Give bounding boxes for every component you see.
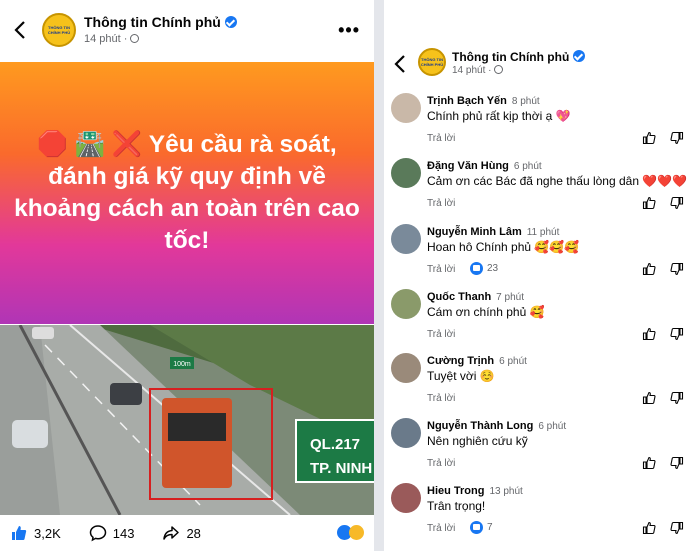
comment-dislike-icon[interactable] (670, 456, 684, 470)
comment-author[interactable]: Quốc Thanh 7 phút (427, 291, 524, 303)
post-time: 14 phút · (452, 65, 504, 76)
reply-button[interactable]: Trả lời (427, 523, 455, 534)
road-sign-line2: TP. NINH (310, 460, 372, 477)
comment-time: 6 phút (513, 161, 542, 172)
comment-item: Nguyễn Thành Long 6 phút Nên nghiên cứu kỹ… (384, 418, 700, 480)
comment-dislike-icon[interactable] (670, 327, 684, 341)
highway-photo[interactable]: 100m QL.217 TP. NINH (0, 325, 374, 515)
comment-item: Quốc Thanh 7 phút Cám ơn chính phủ 🥰 Trả lờ… (384, 289, 700, 351)
comment-like-icon[interactable] (642, 196, 656, 210)
comment-time: 6 phút (538, 421, 567, 432)
comment-text: Cảm ơn các Bác đã nghe thấu lòng dân ❤️❤… (427, 174, 688, 188)
right-comments-panel: THÔNG TIN CHÍNH PHỦ Thông tin Chính phủ … (384, 0, 700, 551)
comment-dislike-icon[interactable] (670, 196, 684, 210)
avatar[interactable] (391, 93, 421, 123)
comment-text: Tuyệt vời ☺️ (427, 369, 495, 383)
share-count: 28 (186, 525, 201, 541)
comment-button[interactable]: 143 (89, 524, 135, 542)
more-options-icon[interactable]: ••• (338, 20, 360, 41)
share-button[interactable]: 28 (162, 524, 201, 542)
comment-author[interactable]: Nguyễn Thành Long 6 phút (427, 420, 566, 432)
comment-like-count: 23 (470, 262, 498, 275)
comment-like-icon[interactable] (642, 327, 656, 341)
back-arrow-icon[interactable] (392, 53, 410, 75)
haha-reaction-icon (349, 525, 364, 540)
comment-time: 8 phút (511, 96, 540, 107)
reply-button[interactable]: Trả lời (427, 133, 455, 144)
post-header: THÔNG TIN CHÍNH PHỦ Thông tin Chính phủ … (0, 0, 374, 62)
reply-button[interactable]: Trả lời (427, 264, 455, 275)
page-name[interactable]: Thông tin Chính phủ (452, 50, 586, 64)
comment-author[interactable]: Hieu Trong 13 phút (427, 485, 523, 497)
avatar[interactable] (391, 158, 421, 188)
page-logo[interactable]: THÔNG TIN CHÍNH PHỦ (42, 13, 76, 47)
comment-like-icon[interactable] (642, 262, 656, 276)
comments-header: THÔNG TIN CHÍNH PHỦ Thông tin Chính phủ … (384, 0, 700, 86)
comment-like-count: 7 (470, 521, 493, 534)
comment-like-icon[interactable] (642, 131, 656, 145)
globe-icon (494, 65, 504, 74)
avatar[interactable] (391, 289, 421, 319)
comment-text: Trân trọng! (427, 499, 486, 513)
comment-dislike-icon[interactable] (670, 131, 684, 145)
like-button[interactable]: 3,2K (10, 524, 61, 542)
globe-icon (130, 34, 140, 43)
avatar[interactable] (391, 483, 421, 513)
comment-author[interactable]: Đặng Văn Hùng 6 phút (427, 160, 542, 172)
comment-dislike-icon[interactable] (670, 391, 684, 405)
like-icon (12, 526, 27, 540)
comment-like-icon[interactable] (642, 456, 656, 470)
comment-count: 143 (112, 525, 135, 541)
comment-text: Cám ơn chính phủ 🥰 (427, 305, 545, 319)
comment-author[interactable]: Nguyễn Minh Lâm 11 phút (427, 226, 559, 238)
like-badge-icon (470, 521, 483, 534)
avatar[interactable] (391, 353, 421, 383)
reply-button[interactable]: Trả lời (427, 198, 455, 209)
comment-item: Trịnh Bạch Yến 8 phút Chính phủ rất kịp th… (384, 93, 700, 155)
back-arrow-icon[interactable] (12, 19, 30, 41)
comment-item: Hieu Trong 13 phút Trân trọng! Trả lời 7 (384, 483, 700, 545)
logo-text-bottom: CHÍNH PHỦ (420, 62, 444, 67)
reaction-bar: 3,2K 143 28 (0, 515, 374, 551)
comment-like-icon[interactable] (642, 521, 656, 535)
reply-button[interactable]: Trả lời (427, 329, 455, 340)
reply-button[interactable]: Trả lời (427, 458, 455, 469)
km-sign-text: 100m (173, 361, 191, 368)
avatar[interactable] (391, 224, 421, 254)
comment-time: 7 phút (496, 292, 524, 303)
comment-time: 6 phút (499, 356, 527, 367)
avatar[interactable] (391, 418, 421, 448)
comment-time: 11 phút (526, 227, 560, 238)
comment-dislike-icon[interactable] (670, 521, 684, 535)
verified-icon (224, 16, 237, 28)
road-sign-line1: QL.217 (310, 436, 360, 453)
reply-button[interactable]: Trả lời (427, 393, 455, 404)
comment-item: Đặng Văn Hùng 6 phút Cảm ơn các Bác đã ngh… (384, 158, 700, 220)
comment-author[interactable]: Trịnh Bạch Yến 8 phút (427, 95, 540, 107)
logo-text-bottom: CHÍNH PHỦ (47, 30, 71, 35)
share-icon (163, 526, 180, 540)
page-logo[interactable]: THÔNG TIN CHÍNH PHỦ (418, 48, 446, 76)
comment-icon (89, 525, 107, 542)
verified-icon (573, 50, 586, 62)
comment-like-icon[interactable] (642, 391, 656, 405)
post-banner: 🛑 🛣️ ❌ Yêu cầu rà soát, đánh giá kỹ quy … (0, 62, 374, 324)
comment-dislike-icon[interactable] (670, 262, 684, 276)
comment-text: Nên nghiên cứu kỹ (427, 434, 528, 448)
comment-item: Nguyễn Minh Lâm 11 phút Hoan hô Chính phủ … (384, 224, 700, 286)
like-count: 3,2K (34, 525, 61, 541)
comment-text: Chính phủ rất kịp thời ạ 💖 (427, 109, 571, 123)
reaction-summary[interactable] (337, 525, 364, 540)
comment-text: Hoan hô Chính phủ 🥰🥰🥰 (427, 240, 580, 254)
page-name[interactable]: Thông tin Chính phủ (84, 14, 237, 30)
comment-author[interactable]: Cường Trịnh 6 phút (427, 355, 527, 367)
comment-item: Cường Trịnh 6 phút Tuyệt vời ☺️ Trả lời (384, 353, 700, 415)
banner-headline: 🛑 🛣️ ❌ Yêu cầu rà soát, đánh giá kỹ quy … (14, 131, 360, 254)
comment-time: 13 phút (489, 486, 523, 497)
post-time: 14 phút · (84, 33, 140, 45)
left-post-panel: THÔNG TIN CHÍNH PHỦ Thông tin Chính phủ … (0, 0, 374, 551)
like-badge-icon (470, 262, 483, 275)
